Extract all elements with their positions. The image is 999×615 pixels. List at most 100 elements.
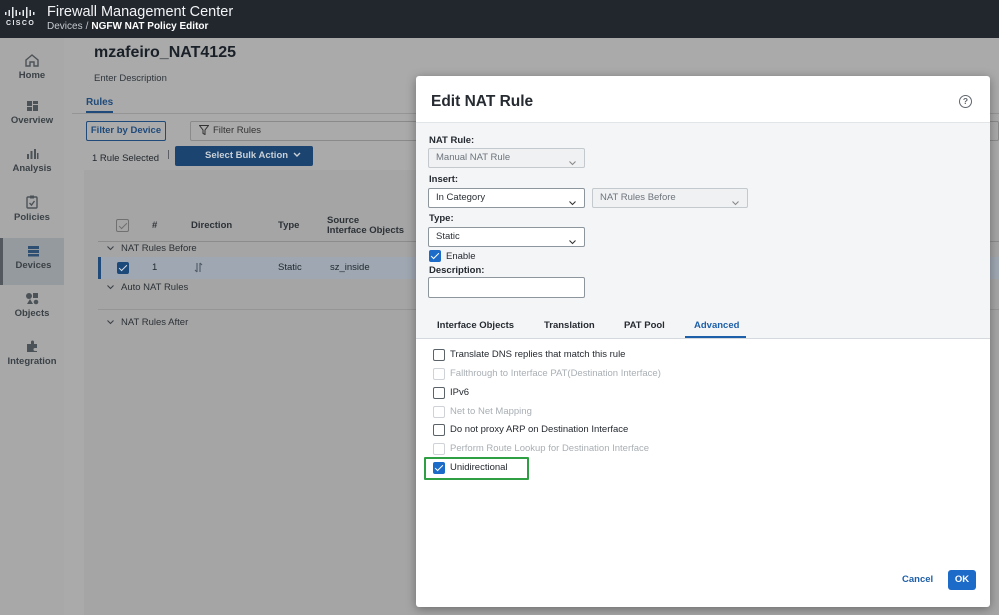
sidebar: Home Overview Analysis Policies Devices … [0, 38, 64, 615]
nat-rule-value: Manual NAT Rule [436, 152, 511, 163]
enable-label: Enable [446, 251, 476, 262]
sidebar-item-label: Home [18, 70, 46, 81]
policy-title: mzafeiro_NAT4125 [94, 44, 236, 61]
home-icon [25, 54, 39, 67]
category-label: Auto NAT Rules [121, 282, 189, 293]
tab-rules[interactable]: Rules [86, 97, 114, 113]
chevron-down-icon [732, 195, 739, 213]
cancel-button[interactable]: Cancel [902, 574, 933, 585]
chevron-down-icon [569, 155, 576, 173]
bulk-action-label: Select Bulk Action [205, 150, 289, 161]
rule-selected-count: 1 Rule Selected [92, 153, 160, 164]
breadcrumb-separator: / [85, 21, 89, 32]
breadcrumb: Devices / NGFW NAT Policy Editor [47, 21, 208, 32]
edit-nat-rule-dialog: Edit NAT Rule ? NAT Rule: Manual NAT Rul… [416, 76, 990, 607]
analysis-icon [26, 149, 38, 159]
app-title: Firewall Management Center [47, 4, 234, 20]
nat-rule-select[interactable]: Manual NAT Rule [428, 148, 585, 168]
insert-select[interactable]: In Category [428, 188, 585, 208]
column-direction: Direction [191, 220, 233, 231]
policy-description[interactable]: Enter Description [94, 73, 167, 84]
enable-checkbox[interactable] [429, 250, 441, 262]
sidebar-item-devices[interactable]: Devices [0, 238, 64, 285]
chevron-down-icon [293, 146, 301, 166]
filter-by-device-button[interactable]: Filter by Device [86, 121, 166, 141]
objects-icon [26, 293, 39, 305]
sidebar-item-overview[interactable]: Overview [0, 100, 64, 144]
sidebar-item-home[interactable]: Home [0, 54, 64, 98]
insert-label: Insert: [429, 174, 459, 185]
sidebar-item-analysis[interactable]: Analysis [0, 148, 64, 192]
select-bulk-action-button[interactable]: Select Bulk Action [175, 146, 313, 166]
rule-source-interface: sz_inside [330, 262, 370, 273]
help-icon[interactable]: ? [959, 95, 972, 108]
policies-icon [26, 195, 38, 209]
rule-number: 1 [152, 262, 158, 273]
tab-advanced[interactable]: Advanced [694, 320, 739, 331]
type-label: Type: [429, 213, 454, 224]
sidebar-item-label: Devices [15, 260, 52, 271]
tabs-divider [416, 338, 990, 339]
cisco-bars-icon [5, 7, 35, 18]
column-interface-objects-label: Interface Objects [327, 225, 405, 236]
option-label: Do not proxy ARP on Destination Interfac… [450, 424, 629, 435]
option-label: Translate DNS replies that match this ru… [450, 349, 626, 360]
overview-icon [26, 101, 38, 111]
no-proxy-arp-checkbox[interactable] [433, 424, 445, 436]
dialog-title: Edit NAT Rule [431, 93, 534, 110]
tab-interface-objects[interactable]: Interface Objects [437, 320, 514, 331]
annotation-highlight-box [424, 457, 529, 480]
chevron-down-icon [107, 280, 114, 296]
chevron-down-icon [107, 315, 114, 331]
insert-value: In Category [436, 192, 486, 203]
ipv6-checkbox[interactable] [433, 387, 445, 399]
sidebar-item-label: Policies [14, 212, 50, 223]
sidebar-item-integration[interactable]: Integration [0, 340, 64, 384]
category-label: NAT Rules After [121, 317, 189, 328]
type-select[interactable]: Static [428, 227, 585, 247]
sidebar-item-objects[interactable]: Objects [0, 292, 64, 336]
select-all-checkbox[interactable] [116, 219, 129, 232]
column-number: # [152, 220, 158, 231]
sidebar-item-label: Analysis [12, 163, 52, 174]
tab-pat-pool[interactable]: PAT Pool [624, 320, 665, 331]
integration-icon [27, 340, 37, 352]
tab-translation[interactable]: Translation [544, 320, 595, 331]
rule-type: Static [278, 262, 302, 273]
ok-button[interactable]: OK [948, 570, 976, 590]
top-bar: CISCO Firewall Management Center Devices… [0, 0, 999, 38]
sidebar-item-policies[interactable]: Policies [0, 195, 64, 239]
option-label: Net to Net Mapping [450, 406, 532, 417]
cisco-wordmark: CISCO [6, 20, 36, 27]
column-source-interface: Source Interface Objects [327, 216, 404, 236]
filter-rules-placeholder: Filter Rules [213, 125, 262, 136]
chevron-down-icon [569, 195, 576, 213]
option-label: Fallthrough to Interface PAT(Destination… [450, 368, 661, 379]
fallthrough-checkbox [433, 368, 445, 380]
route-lookup-checkbox [433, 443, 445, 455]
category-label: NAT Rules Before [121, 243, 197, 254]
description-label: Description: [429, 265, 485, 276]
type-value: Static [436, 231, 460, 242]
devices-icon [28, 246, 39, 257]
divider [168, 150, 169, 159]
chevron-down-icon [107, 241, 114, 257]
row-checkbox[interactable] [117, 262, 129, 274]
breadcrumb-devices[interactable]: Devices [47, 21, 83, 32]
translate-dns-checkbox[interactable] [433, 349, 445, 361]
column-type: Type [278, 220, 300, 231]
nat-rule-label: NAT Rule: [429, 135, 475, 146]
cisco-logo[interactable]: CISCO [5, 6, 35, 32]
insert-position-value: NAT Rules Before [600, 192, 676, 203]
insert-position-select[interactable]: NAT Rules Before [592, 188, 748, 208]
sidebar-item-label: Overview [10, 115, 54, 126]
sidebar-item-label: Integration [7, 356, 57, 367]
bidirectional-arrows-icon [194, 262, 203, 276]
option-label: Perform Route Lookup for Destination Int… [450, 443, 650, 454]
filter-icon [198, 125, 210, 136]
chevron-down-icon [569, 234, 576, 252]
option-label: IPv6 [450, 387, 470, 398]
breadcrumb-current: NGFW NAT Policy Editor [91, 21, 209, 32]
description-input[interactable] [428, 277, 585, 298]
net-to-net-checkbox [433, 406, 445, 418]
